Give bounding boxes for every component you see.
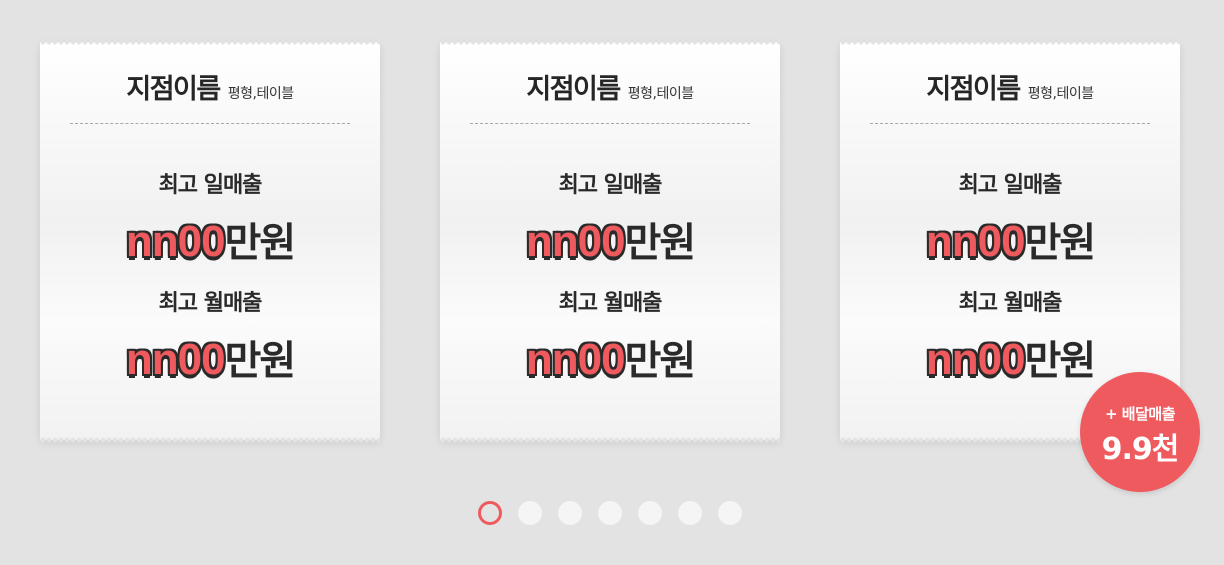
daily-sales-value: nn00 — [925, 217, 1026, 266]
branch-card: 지점이름 평형,테이블 최고 일매출 nn00만원 최고 월매출 nn00만원 — [40, 39, 380, 443]
daily-sales-amount: nn00만원 — [440, 210, 780, 268]
pagination-dot-6[interactable] — [678, 501, 702, 525]
pagination-dot-2[interactable] — [518, 501, 542, 525]
daily-sales-label: 최고 일매출 — [158, 173, 263, 198]
daily-sales-amount: nn00만원 — [40, 210, 380, 268]
pagination-dot-1[interactable] — [478, 501, 502, 525]
daily-sales-amount: nn00만원 — [840, 210, 1180, 268]
monthly-sales-label: 최고 월매출 — [958, 291, 1063, 316]
pagination-dot-4[interactable] — [598, 501, 622, 525]
delivery-sales-label: + 배달매출 — [1105, 405, 1176, 423]
monthly-sales-label: 최고 월매출 — [558, 291, 663, 316]
branch-detail: 평형,테이블 — [627, 86, 694, 102]
dashed-divider — [70, 123, 350, 124]
daily-sales-unit: 만원 — [224, 220, 297, 266]
monthly-sales-unit: 만원 — [1024, 338, 1097, 384]
monthly-sales-unit: 만원 — [224, 338, 297, 384]
pagination-dot-5[interactable] — [638, 501, 662, 525]
daily-sales-label: 최고 일매출 — [958, 173, 1063, 198]
branch-name: 지점이름 — [126, 74, 221, 105]
branch-detail: 평형,테이블 — [227, 86, 294, 102]
pagination-dot-3[interactable] — [558, 501, 582, 525]
monthly-sales-value: nn00 — [925, 335, 1026, 384]
pagination-dot-7[interactable] — [718, 501, 742, 525]
branch-header: 지점이름 평형,테이블 — [840, 67, 1180, 106]
branch-name: 지점이름 — [926, 74, 1021, 105]
branch-header: 지점이름 평형,테이블 — [440, 67, 780, 106]
branch-header: 지점이름 평형,테이블 — [40, 67, 380, 106]
carousel-pagination — [478, 501, 742, 525]
daily-sales-unit: 만원 — [1024, 220, 1097, 266]
delivery-sales-badge: + 배달매출 9.9천 — [1080, 372, 1200, 492]
branch-name: 지점이름 — [526, 74, 621, 105]
daily-sales-unit: 만원 — [624, 220, 697, 266]
delivery-sales-value: 9.9천 — [1101, 432, 1180, 467]
daily-sales-value: nn00 — [525, 217, 626, 266]
monthly-sales-value: nn00 — [525, 335, 626, 384]
monthly-sales-amount: nn00만원 — [440, 328, 780, 386]
branch-detail: 평형,테이블 — [1027, 86, 1094, 102]
branch-card: 지점이름 평형,테이블 최고 일매출 nn00만원 최고 월매출 nn00만원 — [440, 39, 780, 443]
monthly-sales-value: nn00 — [125, 335, 226, 384]
monthly-sales-unit: 만원 — [624, 338, 697, 384]
dashed-divider — [470, 123, 750, 124]
dashed-divider — [870, 123, 1150, 124]
monthly-sales-label: 최고 월매출 — [158, 291, 263, 316]
daily-sales-label: 최고 일매출 — [558, 173, 663, 198]
monthly-sales-amount: nn00만원 — [40, 328, 380, 386]
daily-sales-value: nn00 — [125, 217, 226, 266]
